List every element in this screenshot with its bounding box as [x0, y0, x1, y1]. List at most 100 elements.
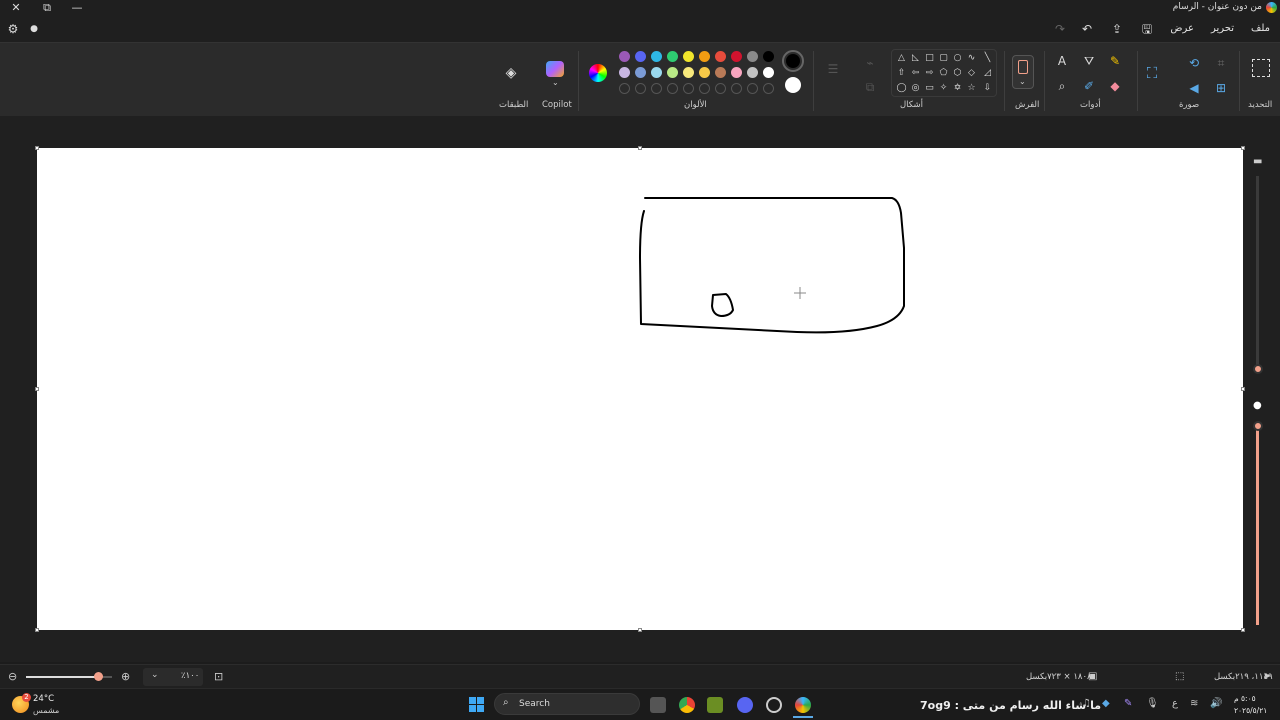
- microphone-icon[interactable]: 🎙: [1146, 698, 1159, 709]
- palette-swatch[interactable]: [683, 67, 694, 78]
- canvas-resize-handle[interactable]: [638, 146, 642, 150]
- settings-gear-icon[interactable]: ⚙: [5, 21, 21, 37]
- flip-icon[interactable]: ◀: [1186, 80, 1202, 96]
- palette-swatch[interactable]: [699, 67, 710, 78]
- palette-swatch[interactable]: [619, 67, 630, 78]
- arrow-down-shape-icon[interactable]: ⇩: [982, 83, 993, 94]
- wifi-icon[interactable]: ≋: [1190, 698, 1198, 709]
- palette-swatch[interactable]: [747, 67, 758, 78]
- custom-color-slot[interactable]: [763, 83, 774, 94]
- opacity-slider-thumb[interactable]: [1253, 421, 1263, 431]
- share-icon[interactable]: ⇪: [1109, 21, 1125, 37]
- rotate-icon[interactable]: ⟲: [1186, 55, 1202, 71]
- save-icon[interactable]: 🖫: [1139, 21, 1155, 37]
- custom-color-slot[interactable]: [731, 83, 742, 94]
- palette-swatch[interactable]: [731, 67, 742, 78]
- brush-size-slider-track[interactable]: [1256, 176, 1259, 371]
- diamond-shape-icon[interactable]: ◇: [966, 68, 977, 79]
- canvas-resize-handle[interactable]: [35, 387, 39, 391]
- shapes-gallery[interactable]: △ ◺ □ ▢ ○ ∿ ╲ ⇧ ⇦ ⇨ ⬠ ⬡ ◇ ◿ ◯ ◎ ▭ ✧ ✡ ☆ …: [891, 49, 997, 97]
- image-effects-icon[interactable]: ⊞: [1213, 80, 1229, 96]
- custom-color-slot[interactable]: [635, 83, 646, 94]
- star-four-shape-icon[interactable]: ✧: [938, 83, 949, 94]
- chevron-down-icon[interactable]: ⌄: [552, 78, 559, 87]
- minimize-button[interactable]: —: [70, 1, 84, 15]
- palette-swatch[interactable]: [635, 67, 646, 78]
- triangle-shape-icon[interactable]: △: [896, 53, 907, 64]
- palette-swatch[interactable]: [667, 67, 678, 78]
- clock-date[interactable]: ٢٠٢٥/٥/٢١: [1234, 706, 1267, 715]
- rounded-rect-shape-icon[interactable]: ▢: [938, 53, 949, 64]
- palette-swatch[interactable]: [651, 67, 662, 78]
- palette-swatch[interactable]: [731, 51, 742, 62]
- canvas-resize-handle[interactable]: [35, 146, 39, 150]
- arrow-right-shape-icon[interactable]: ⇨: [924, 68, 935, 79]
- redo-icon[interactable]: ↷: [1052, 21, 1068, 37]
- polygon-shape-icon[interactable]: ◿: [982, 68, 993, 79]
- palette-swatch[interactable]: [683, 51, 694, 62]
- clock-time[interactable]: ٥:٠٥ م: [1234, 694, 1256, 703]
- size-icon[interactable]: ☰: [825, 61, 841, 77]
- palette-swatch[interactable]: [763, 51, 774, 62]
- canvas-resize-handle[interactable]: [1241, 387, 1245, 391]
- canvas-resize-handle[interactable]: [638, 628, 642, 632]
- palette-swatch[interactable]: [715, 67, 726, 78]
- right-triangle-shape-icon[interactable]: ◺: [910, 53, 921, 64]
- star-six-shape-icon[interactable]: ✡: [952, 83, 963, 94]
- palette-swatch[interactable]: [763, 67, 774, 78]
- text-icon[interactable]: A: [1054, 53, 1070, 69]
- volume-icon[interactable]: 🔊: [1210, 698, 1222, 709]
- discord-icon[interactable]: [737, 697, 753, 713]
- windows-start-icon[interactable]: [469, 697, 485, 713]
- image-select-icon[interactable]: ⛶: [1144, 65, 1160, 81]
- zoom-in-icon[interactable]: ⊕: [121, 670, 130, 683]
- custom-color-slot[interactable]: [715, 83, 726, 94]
- palette-swatch[interactable]: [651, 51, 662, 62]
- lasso-shape-icon[interactable]: ◯: [896, 83, 907, 94]
- task-view-icon[interactable]: [650, 697, 666, 713]
- rectangle-shape-icon[interactable]: □: [924, 53, 935, 64]
- custom-color-slot[interactable]: [699, 83, 710, 94]
- app-icon[interactable]: [766, 697, 782, 713]
- callout-shape-icon[interactable]: ▭: [924, 83, 935, 94]
- line-shape-icon[interactable]: ╲: [982, 53, 993, 64]
- oval-shape-icon[interactable]: ○: [952, 53, 963, 64]
- tray-pen-icon[interactable]: ✎: [1124, 698, 1132, 709]
- hexagon-shape-icon[interactable]: ⬡: [952, 68, 963, 79]
- edit-colors-icon[interactable]: [589, 64, 607, 82]
- primary-color-button[interactable]: [782, 50, 804, 72]
- star-five-shape-icon[interactable]: ☆: [966, 83, 977, 94]
- palette-swatch[interactable]: [619, 51, 630, 62]
- tray-app-icon[interactable]: ◆: [1102, 698, 1110, 709]
- custom-color-slot[interactable]: [747, 83, 758, 94]
- menu-edit[interactable]: تحرير: [1211, 23, 1234, 34]
- menu-file[interactable]: ملف: [1251, 23, 1270, 34]
- fill-bucket-icon[interactable]: ⛛: [1081, 53, 1097, 69]
- shape-fill-icon[interactable]: ⧉: [862, 79, 878, 95]
- fit-to-window-icon[interactable]: ⊡: [214, 670, 223, 683]
- custom-color-slot[interactable]: [651, 83, 662, 94]
- curve-shape-icon[interactable]: ∿: [966, 53, 977, 64]
- language-icon[interactable]: ع: [1172, 698, 1178, 709]
- color-picker-icon[interactable]: ✐: [1081, 78, 1097, 94]
- palette-swatch[interactable]: [635, 51, 646, 62]
- select-icon[interactable]: [1252, 59, 1270, 77]
- zoom-dropdown[interactable]: ⌄ ٪١٠٠: [143, 668, 203, 686]
- arrow-up-shape-icon[interactable]: ⇧: [896, 68, 907, 79]
- restore-button[interactable]: ⧉: [40, 1, 54, 15]
- custom-color-slot[interactable]: [683, 83, 694, 94]
- pentagon-shape-icon[interactable]: ⬠: [938, 68, 949, 79]
- zoom-out-icon[interactable]: ⊖: [8, 670, 17, 683]
- speech-bubble-shape-icon[interactable]: ◎: [910, 83, 921, 94]
- copilot-icon[interactable]: [546, 61, 564, 77]
- account-icon[interactable]: ●: [26, 21, 42, 37]
- drawing-canvas[interactable]: [37, 148, 1243, 630]
- headset-icon[interactable]: ♫: [1082, 698, 1091, 709]
- close-button[interactable]: ✕: [9, 1, 23, 15]
- canvas-resize-handle[interactable]: [1241, 146, 1245, 150]
- brush-size-slider-thumb[interactable]: [1253, 364, 1263, 374]
- canvas-resize-handle[interactable]: [1241, 628, 1245, 632]
- magnifier-icon[interactable]: ⌕: [1054, 78, 1070, 94]
- undo-icon[interactable]: ↶: [1079, 21, 1095, 37]
- crop-icon[interactable]: ⌗: [1213, 55, 1229, 71]
